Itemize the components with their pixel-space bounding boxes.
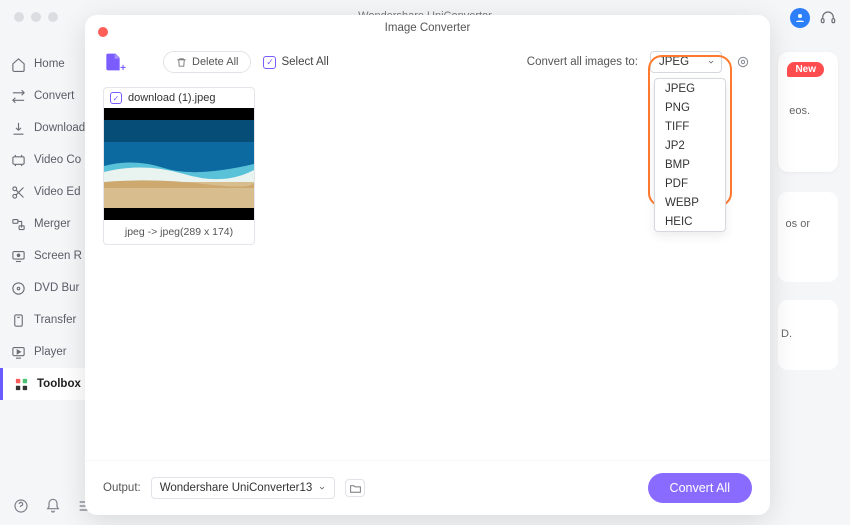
image-card[interactable]: ✓ download (1).jpeg jpeg -> j	[103, 87, 255, 245]
sidebar-item-toolbox[interactable]: Toolbox	[0, 368, 85, 400]
settings-icon[interactable]	[734, 53, 752, 71]
sidebar-item-label: DVD Bur	[34, 282, 79, 294]
image-thumbnail	[104, 108, 254, 220]
sidebar-item-video-compressor[interactable]: Video Co	[0, 144, 85, 176]
convert-all-button[interactable]: Convert All	[648, 473, 752, 503]
format-option[interactable]: JPEG	[655, 79, 725, 98]
sidebar-item-label: Player	[34, 346, 67, 358]
card-info: jpeg -> jpeg(289 x 174)	[104, 220, 254, 244]
bg-text: os or	[786, 218, 810, 230]
screen-icon	[10, 248, 26, 264]
bg-text: D.	[781, 328, 792, 340]
add-file-icon[interactable]: +	[103, 52, 123, 72]
open-folder-button[interactable]	[345, 479, 365, 497]
grid-icon	[13, 376, 29, 392]
sidebar-item-video-editor[interactable]: Video Ed	[0, 176, 85, 208]
bg-text: eos.	[789, 105, 810, 117]
help-icon[interactable]	[12, 497, 30, 515]
sidebar: Home Convert Download Video Co Video Ed …	[0, 40, 85, 495]
output-path-select[interactable]: Wondershare UniConverter13	[151, 477, 336, 499]
image-converter-modal: Image Converter + Delete All ✓ Select Al…	[85, 15, 770, 515]
chevron-down-icon	[707, 58, 715, 66]
modal-toolbar: + Delete All ✓ Select All Convert all im…	[85, 41, 770, 81]
format-selected-value: JPEG	[659, 56, 689, 68]
player-icon	[10, 344, 26, 360]
merge-icon	[10, 216, 26, 232]
sidebar-item-label: Download	[34, 122, 85, 134]
sidebar-item-label: Screen R	[34, 250, 82, 262]
sidebar-item-converter[interactable]: Convert	[0, 80, 85, 112]
user-avatar[interactable]	[790, 8, 810, 28]
notification-icon[interactable]	[44, 497, 62, 515]
sidebar-item-label: Home	[34, 58, 65, 70]
sidebar-item-label: Transfer	[34, 314, 76, 326]
dvd-icon	[10, 280, 26, 296]
bottom-icon-bar	[12, 497, 94, 515]
format-option[interactable]: PDF	[655, 174, 725, 193]
format-option[interactable]: TIFF	[655, 117, 725, 136]
sidebar-item-home[interactable]: Home	[0, 48, 85, 80]
home-icon	[10, 56, 26, 72]
sidebar-item-label: Toolbox	[37, 378, 81, 390]
format-option[interactable]: BMP	[655, 155, 725, 174]
sidebar-item-label: Convert	[34, 90, 74, 102]
delete-all-button[interactable]: Delete All	[163, 51, 251, 73]
new-badge: New	[787, 62, 824, 77]
bg-traffic-lights	[14, 12, 58, 22]
modal-title: Image Converter	[85, 15, 770, 41]
output-label: Output:	[103, 482, 141, 494]
sidebar-item-screen-recorder[interactable]: Screen R	[0, 240, 85, 272]
sidebar-item-label: Merger	[34, 218, 70, 230]
scissors-icon	[10, 184, 26, 200]
format-option[interactable]: JP2	[655, 136, 725, 155]
delete-all-label: Delete All	[192, 56, 238, 68]
card-filename: download (1).jpeg	[128, 92, 215, 104]
select-all-label: Select All	[281, 56, 328, 68]
format-option[interactable]: PNG	[655, 98, 725, 117]
convert-icon	[10, 88, 26, 104]
sidebar-item-dvd-burner[interactable]: DVD Bur	[0, 272, 85, 304]
video-icon	[10, 152, 26, 168]
transfer-icon	[10, 312, 26, 328]
modal-footer: Output: Wondershare UniConverter13 Conve…	[85, 460, 770, 515]
download-icon	[10, 120, 26, 136]
format-option[interactable]: WEBP	[655, 193, 725, 212]
bg-card	[778, 192, 838, 282]
format-select[interactable]: JPEG	[650, 51, 722, 73]
output-path-value: Wondershare UniConverter13	[160, 482, 313, 494]
sidebar-item-transfer[interactable]: Transfer	[0, 304, 85, 336]
sidebar-item-label: Video Ed	[34, 186, 80, 198]
chevron-down-icon	[318, 484, 326, 492]
sidebar-item-downloader[interactable]: Download	[0, 112, 85, 144]
convert-to-label: Convert all images to:	[527, 56, 638, 68]
support-icon[interactable]	[818, 8, 838, 28]
checkbox-icon: ✓	[263, 56, 276, 69]
sidebar-item-player[interactable]: Player	[0, 336, 85, 368]
sidebar-item-merger[interactable]: Merger	[0, 208, 85, 240]
card-checkbox[interactable]: ✓	[110, 92, 122, 104]
format-option[interactable]: HEIC	[655, 212, 725, 231]
sidebar-item-label: Video Co	[34, 154, 81, 166]
format-dropdown: JPEG PNG TIFF JP2 BMP PDF WEBP HEIC	[654, 78, 726, 232]
select-all-checkbox[interactable]: ✓ Select All	[263, 56, 328, 69]
